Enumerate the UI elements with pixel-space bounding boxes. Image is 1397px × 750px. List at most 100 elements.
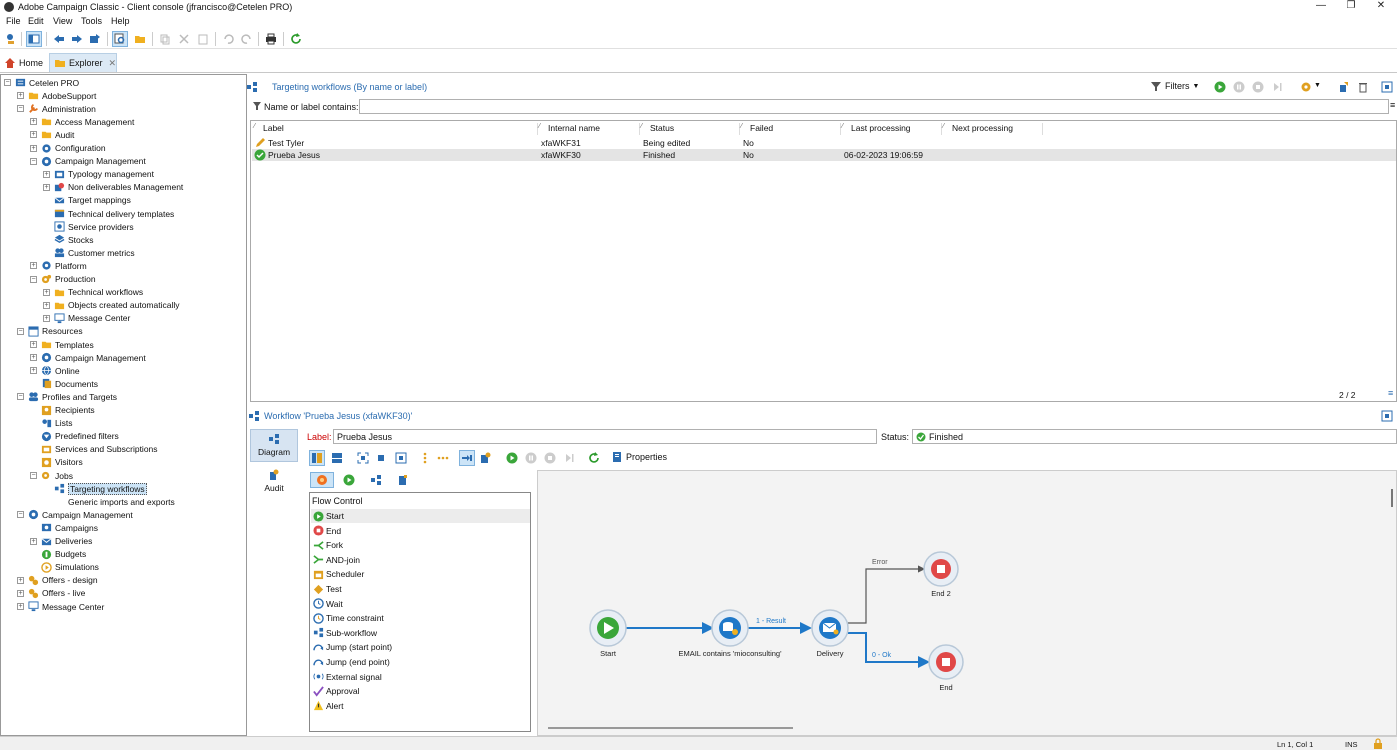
tree-expander[interactable]: +: [43, 301, 50, 309]
tree-node[interactable]: + Typology management: [43, 168, 154, 181]
tree-node[interactable]: Campaigns: [30, 521, 98, 534]
label-field[interactable]: Prueba Jesus: [333, 429, 877, 444]
tree-node[interactable]: Documents: [30, 377, 98, 390]
palette-tab-targeting[interactable]: [310, 472, 334, 488]
tree-expander[interactable]: −: [4, 79, 11, 86]
pause-icon[interactable]: [523, 450, 539, 466]
align-vertical-icon[interactable]: [417, 450, 433, 466]
tree-node[interactable]: − Administration: [17, 102, 96, 115]
column-header[interactable]: ⁄ Next processing: [942, 123, 1043, 135]
palette-item[interactable]: Start: [311, 509, 530, 523]
tree-expander[interactable]: +: [30, 537, 37, 545]
tree-node[interactable]: + Audit: [30, 128, 74, 141]
column-header[interactable]: ⁄ Internal name: [538, 123, 640, 135]
column-header[interactable]: ⁄ Status: [640, 123, 740, 135]
folder-open-icon[interactable]: [132, 31, 148, 47]
explorer-toggle-icon[interactable]: [26, 31, 42, 47]
tree-node[interactable]: Recipients: [30, 404, 95, 417]
copy-icon[interactable]: [157, 31, 173, 47]
pause-icon[interactable]: [1233, 81, 1245, 93]
stop-icon[interactable]: [542, 450, 558, 466]
tab-close-icon[interactable]: ✕: [109, 58, 117, 69]
palette-item[interactable]: Time constraint: [311, 611, 530, 625]
tree-node[interactable]: Lists: [30, 417, 72, 430]
filters-button[interactable]: Filters ▼: [1150, 80, 1199, 92]
tree-node[interactable]: + Configuration: [30, 142, 106, 155]
column-header[interactable]: ⁄ Failed: [740, 123, 841, 135]
tree-node[interactable]: Customer metrics: [43, 246, 135, 259]
palette-item[interactable]: Alert: [311, 699, 530, 713]
tree-node[interactable]: + Offers - design: [17, 574, 98, 587]
tree-node[interactable]: + Message Center: [43, 312, 130, 325]
tree-expander[interactable]: −: [17, 105, 24, 113]
tree-node[interactable]: + Platform: [30, 259, 87, 272]
step-icon[interactable]: [1271, 81, 1283, 93]
tab-diagram[interactable]: Diagram: [250, 429, 298, 462]
palette-item[interactable]: Test: [311, 582, 530, 596]
tree-node[interactable]: − Campaign Management: [17, 508, 133, 521]
tree-expander[interactable]: −: [17, 327, 24, 335]
maximize-button[interactable]: ❐: [1336, 0, 1366, 14]
tree-node[interactable]: Visitors: [30, 456, 83, 469]
tree-node[interactable]: − Campaign Management: [30, 155, 146, 168]
delete-icon[interactable]: [1357, 81, 1369, 93]
tree-expander[interactable]: +: [17, 92, 24, 100]
layout-vertical-icon[interactable]: [309, 450, 325, 466]
palette-item[interactable]: Wait: [311, 597, 530, 611]
search-input[interactable]: [359, 99, 1389, 114]
tree-expander[interactable]: −: [30, 275, 37, 283]
tree-node[interactable]: + Technical workflows: [43, 286, 143, 299]
tree-node[interactable]: Stocks: [43, 233, 94, 246]
tree-node[interactable]: + Deliveries: [30, 535, 92, 548]
tree-expander[interactable]: −: [17, 393, 24, 401]
tab-audit[interactable]: Audit: [250, 467, 298, 500]
tree-expander[interactable]: +: [43, 170, 50, 178]
fit-icon[interactable]: [355, 450, 371, 466]
tree-expander[interactable]: +: [30, 367, 37, 375]
back-icon[interactable]: [51, 31, 67, 47]
column-header[interactable]: ⁄ Label: [253, 123, 538, 135]
cut-icon[interactable]: [176, 31, 192, 47]
palette-tab-actions[interactable]: [364, 472, 388, 488]
new-workflow-icon[interactable]: [1338, 81, 1350, 93]
tree-node[interactable]: − Jobs: [30, 469, 73, 482]
tree-node[interactable]: + Objects created automatically: [43, 299, 180, 312]
tree-node[interactable]: Targeting workflows: [43, 482, 147, 495]
table-row[interactable]: Prueba Jesus xfaWKF30 Finished No 06-02-2023…: [252, 149, 1396, 161]
maximize-panel-icon[interactable]: [1381, 410, 1393, 422]
print-icon[interactable]: [263, 31, 279, 47]
tree-expander[interactable]: −: [17, 511, 24, 519]
tree-node[interactable]: Generic imports and exports: [43, 495, 175, 508]
forward-icon[interactable]: [69, 31, 85, 47]
start-workflow-icon[interactable]: [504, 450, 520, 466]
start-workflow-icon[interactable]: [1214, 81, 1226, 93]
zoom-fit-icon[interactable]: [393, 450, 409, 466]
table-row[interactable]: Test Tyler xfaWKF31 Being edited No: [252, 137, 1396, 149]
palette-item[interactable]: End: [311, 524, 530, 538]
tree-node[interactable]: Predefined filters: [30, 430, 119, 443]
tree-node[interactable]: + Message Center: [17, 600, 104, 613]
menu-help[interactable]: Help: [111, 16, 130, 26]
tree-expander[interactable]: +: [30, 131, 37, 139]
tree-expander[interactable]: +: [30, 144, 37, 152]
maximize-panel-icon[interactable]: [1381, 81, 1393, 93]
menu-edit[interactable]: Edit: [28, 16, 44, 26]
actions-gear-icon[interactable]: [1300, 81, 1312, 93]
tree-expander[interactable]: +: [43, 314, 50, 322]
palette-item[interactable]: Fork: [311, 538, 530, 552]
tree-node[interactable]: − Resources: [17, 325, 83, 338]
minimize-button[interactable]: —: [1306, 0, 1336, 14]
connect-mode-icon[interactable]: [459, 450, 475, 466]
align-horizontal-icon[interactable]: [435, 450, 451, 466]
palette-item[interactable]: Sub-workflow: [311, 626, 530, 640]
palette-item[interactable]: Scheduler: [311, 567, 530, 581]
chevron-down-icon[interactable]: ▼: [1314, 82, 1321, 89]
tree-node[interactable]: + AdobeSupport: [17, 89, 96, 102]
tree-expander[interactable]: −: [30, 157, 37, 165]
search-clear-icon[interactable]: ≡: [1390, 100, 1395, 110]
connect-icon[interactable]: [2, 31, 18, 47]
tree-node[interactable]: − Production: [30, 273, 96, 286]
layout-horizontal-icon[interactable]: [329, 450, 345, 466]
palette-item[interactable]: Approval: [311, 684, 530, 698]
tree-node[interactable]: + Access Management: [30, 115, 134, 128]
